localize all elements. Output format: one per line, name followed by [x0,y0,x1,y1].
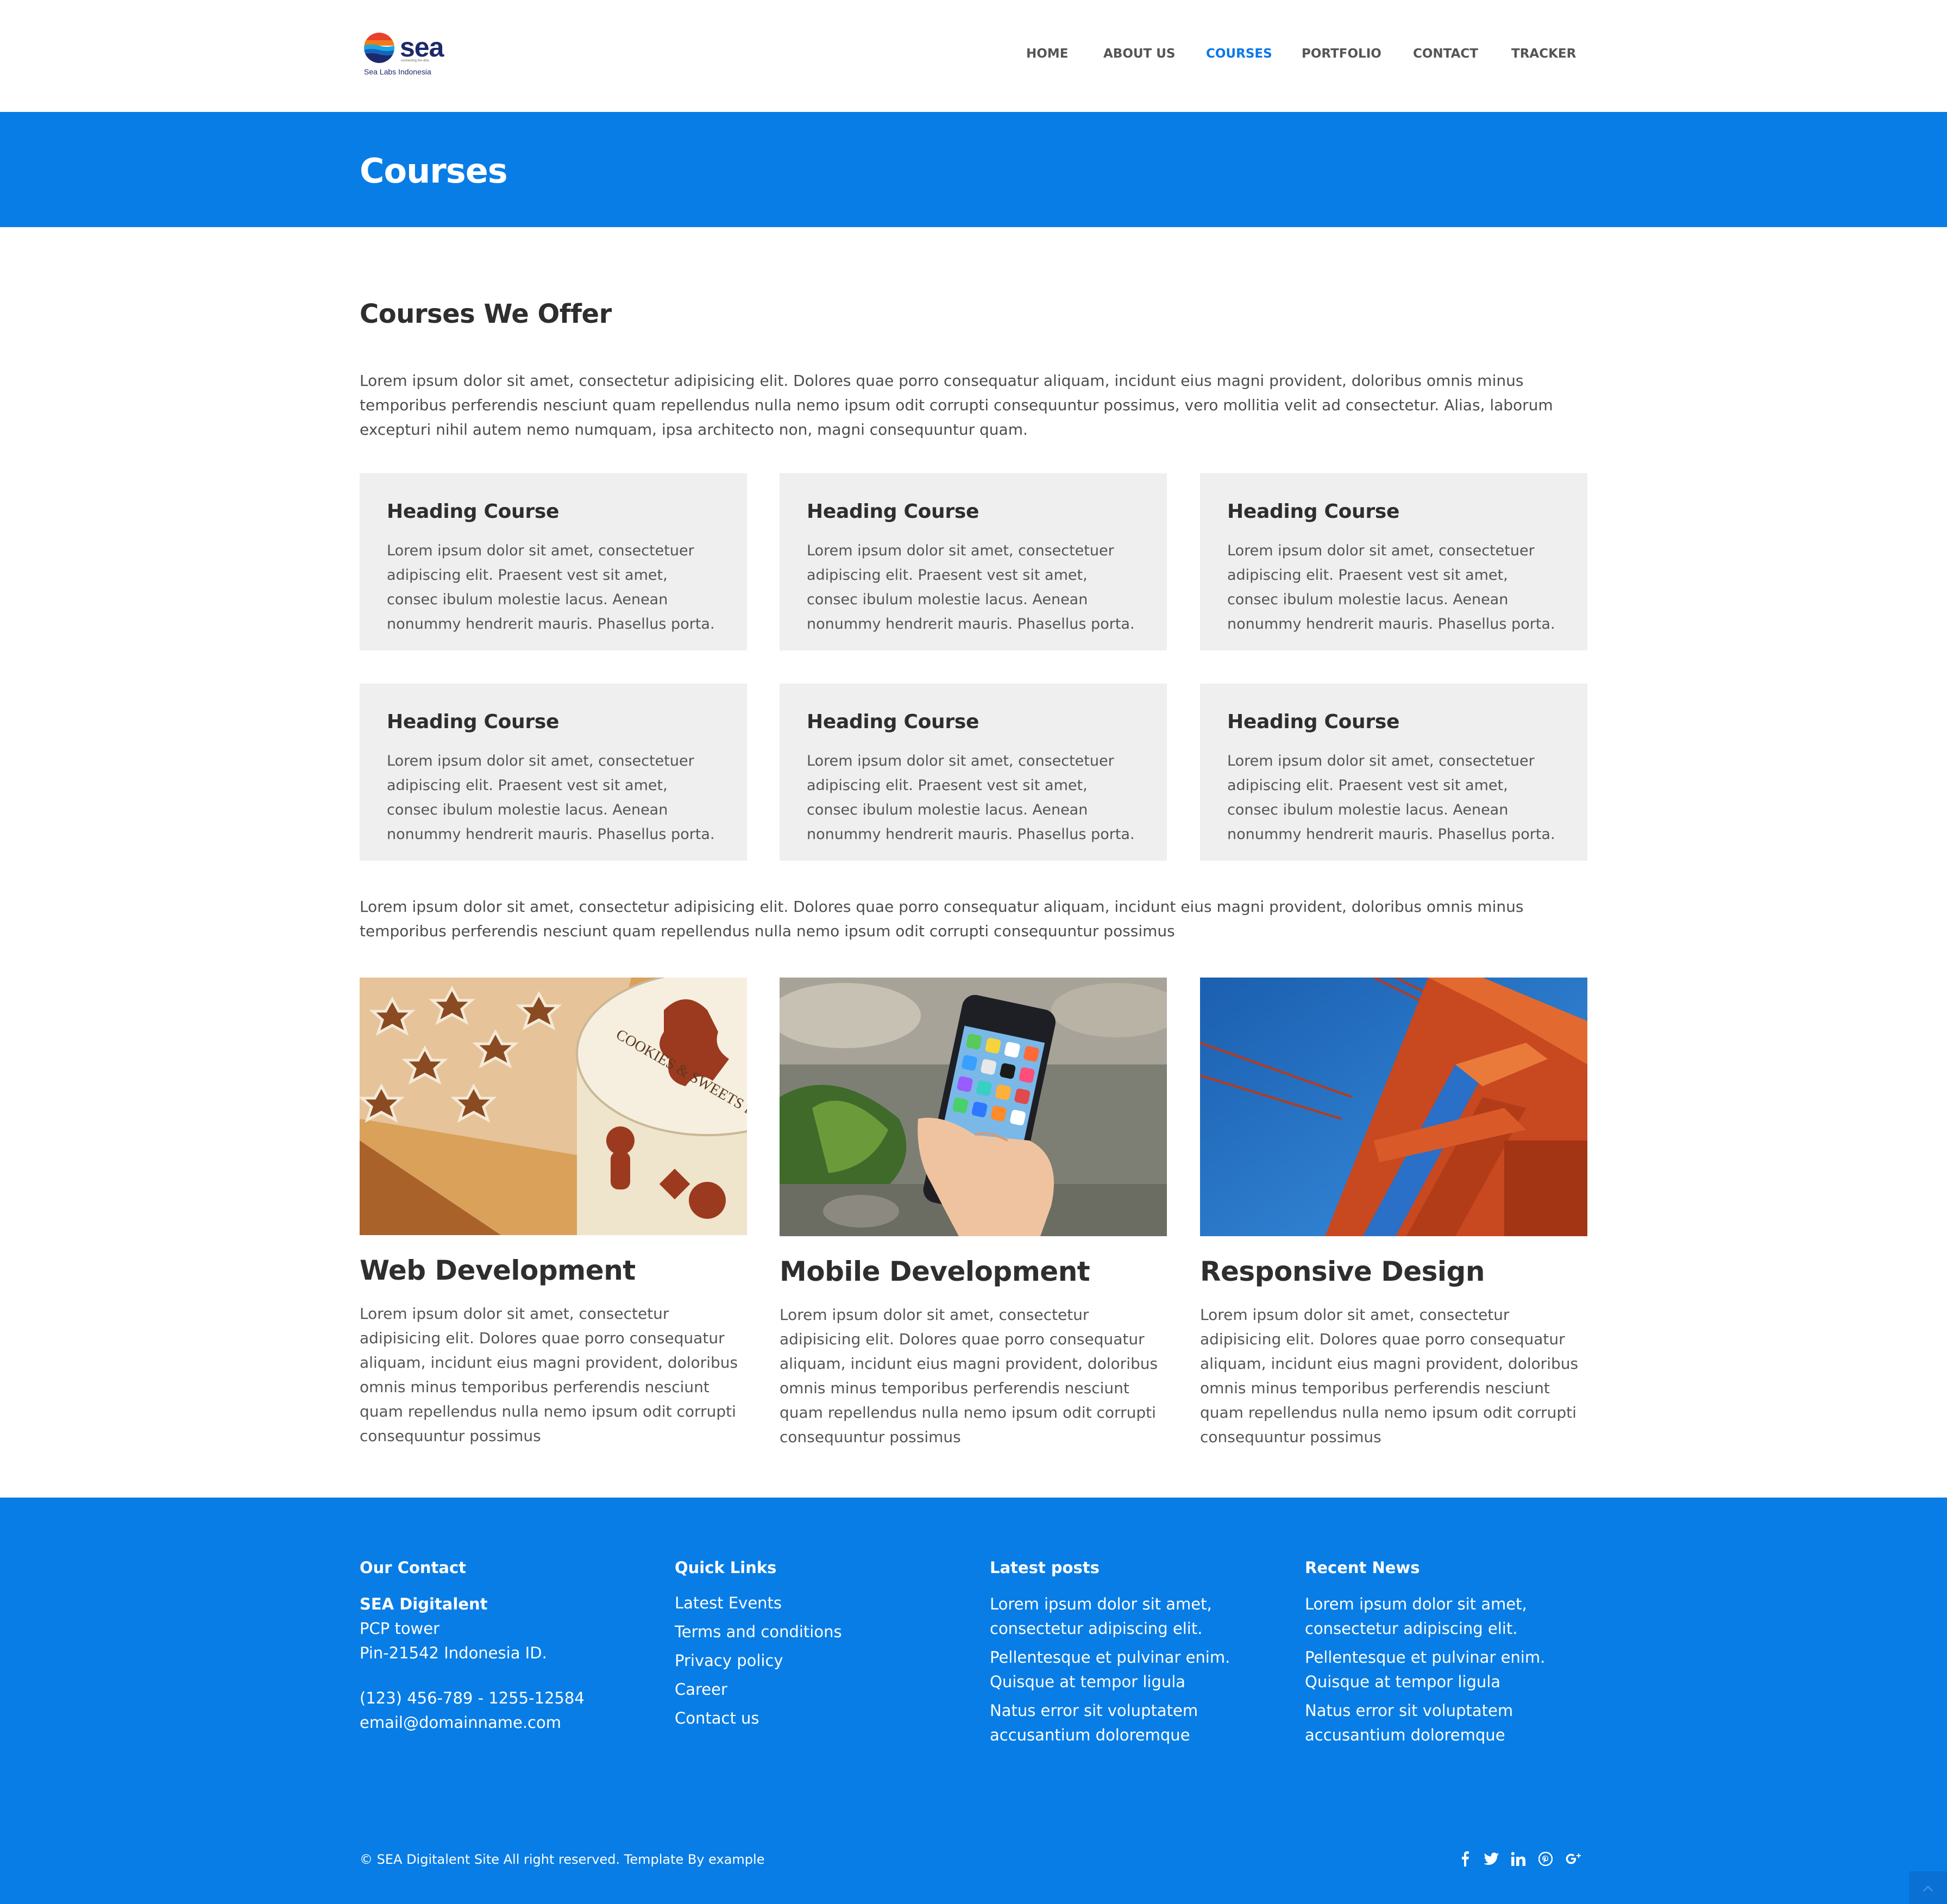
course-card: Heading Course Lorem ipsum dolor sit ame… [780,684,1167,861]
footer-address-line: PCP tower [360,1619,440,1638]
course-card-text: Lorem ipsum dolor sit amet, consectetuer… [387,542,715,632]
footer-link[interactable]: Career [675,1675,979,1704]
scroll-to-top-button[interactable] [1909,1871,1947,1904]
cookies-image: COOKIES & SWEETS for you [360,978,747,1235]
google-plus-icon[interactable] [1565,1850,1583,1868]
site-footer: Our Contact SEA Digitalent PCP tower Pin… [0,1498,1947,1904]
nav-tracker[interactable]: TRACKER [1511,47,1576,61]
bridge-image [1200,978,1587,1236]
linkedin-icon[interactable] [1509,1850,1528,1868]
logo-subtitle: Sea Labs Indonesia [364,67,431,76]
pinterest-icon[interactable] [1536,1850,1555,1868]
footer-post-link[interactable]: Lorem ipsum dolor sit amet, consectetur … [990,1592,1283,1641]
footer-quick-links-heading: Quick Links [675,1558,777,1577]
footer-link[interactable]: Terms and conditions [675,1618,979,1646]
footer-link[interactable]: Latest Events [675,1589,979,1618]
course-card-title: Heading Course [387,711,560,733]
feature-text: Lorem ipsum dolor sit amet, consectetur … [1200,1306,1579,1446]
footer-address-line: Pin-21542 Indonesia ID. [360,1644,547,1662]
course-card-text: Lorem ipsum dolor sit amet, consectetuer… [1227,753,1555,843]
course-card-title: Heading Course [1227,711,1400,733]
feature-title: Responsive Design [1200,1256,1485,1287]
course-card-title: Heading Course [1227,500,1400,523]
footer-post-link[interactable]: Pellentesque et pulvinar enim. Quisque a… [990,1645,1283,1694]
footer-latest-posts-heading: Latest posts [990,1558,1100,1577]
feature-responsive-design: Responsive Design Lorem ipsum dolor sit … [1200,978,1587,1449]
footer-link[interactable]: Privacy policy [675,1646,979,1675]
footer-quick-links: Quick Links Latest Events Terms and cond… [675,1558,979,1733]
footer-company-name: SEA Digitalent [360,1595,488,1613]
intro-paragraph: Lorem ipsum dolor sit amet, consectetur … [360,372,1553,439]
course-card: Heading Course Lorem ipsum dolor sit ame… [780,473,1167,650]
footer-post-link[interactable]: Natus error sit voluptatem accusantium d… [990,1699,1283,1748]
nav-portfolio[interactable]: PORTFOLIO [1302,47,1381,61]
footer-latest-posts: Latest posts Lorem ipsum dolor sit amet,… [990,1558,1283,1752]
feature-web-development: COOKIES & SWEETS for you Web Development… [360,978,747,1448]
footer-news-link[interactable]: Lorem ipsum dolor sit amet, consectetur … [1305,1592,1598,1641]
page-title: Courses [360,151,508,191]
footer-email[interactable]: email@domainname.com [360,1711,664,1735]
feature-mobile-development: Mobile Development Lorem ipsum dolor sit… [780,978,1167,1449]
course-card-title: Heading Course [807,500,979,523]
course-card-title: Heading Course [807,711,979,733]
course-card: Heading Course Lorem ipsum dolor sit ame… [360,473,747,650]
footer-phone: (123) 456-789 - 1255-12584 [360,1689,585,1707]
nav-contact[interactable]: CONTACT [1413,47,1478,61]
course-card: Heading Course Lorem ipsum dolor sit ame… [360,684,747,861]
page-title-bar [0,112,1947,227]
nav-home[interactable]: HOME [1026,47,1068,61]
nav-courses[interactable]: COURSES [1206,47,1272,61]
course-card-text: Lorem ipsum dolor sit amet, consectetuer… [387,753,715,843]
footer-contact: Our Contact SEA Digitalent PCP tower Pin… [360,1558,664,1735]
footer-contact-heading: Our Contact [360,1558,467,1577]
feature-text: Lorem ipsum dolor sit amet, consectetur … [780,1306,1158,1446]
secondary-paragraph: Lorem ipsum dolor sit amet, consectetur … [360,898,1524,940]
footer-link[interactable]: Contact us [675,1704,979,1733]
site-header: sea connecting the dots Sea Labs Indones… [0,0,1947,112]
feature-title: Web Development [360,1255,636,1286]
main-nav: HOME ABOUT US COURSES PORTFOLIO CONTACT … [0,47,1947,63]
footer-recent-news-heading: Recent News [1305,1558,1420,1577]
footer-news-link[interactable]: Pellentesque et pulvinar enim. Quisque a… [1305,1645,1598,1694]
feature-title: Mobile Development [780,1256,1090,1287]
footer-recent-news: Recent News Lorem ipsum dolor sit amet, … [1305,1558,1598,1752]
course-card-text: Lorem ipsum dolor sit amet, consectetuer… [807,542,1135,632]
footer-news-link[interactable]: Natus error sit voluptatem accusantium d… [1305,1699,1598,1748]
course-card-title: Heading Course [387,500,560,523]
course-card: Heading Course Lorem ipsum dolor sit ame… [1200,684,1587,861]
feature-text: Lorem ipsum dolor sit amet, consectetur … [360,1305,738,1445]
course-card: Heading Course Lorem ipsum dolor sit ame… [1200,473,1587,650]
section-heading: Courses We Offer [360,299,612,329]
twitter-icon[interactable] [1482,1850,1500,1868]
course-card-text: Lorem ipsum dolor sit amet, consectetuer… [807,753,1135,843]
facebook-icon[interactable] [1456,1850,1474,1868]
copyright-text: © SEA Digitalent Site All right reserved… [360,1852,765,1867]
smartphone-image [780,978,1167,1236]
course-card-text: Lorem ipsum dolor sit amet, consectetuer… [1227,542,1555,632]
nav-about-us[interactable]: ABOUT US [1103,47,1176,61]
